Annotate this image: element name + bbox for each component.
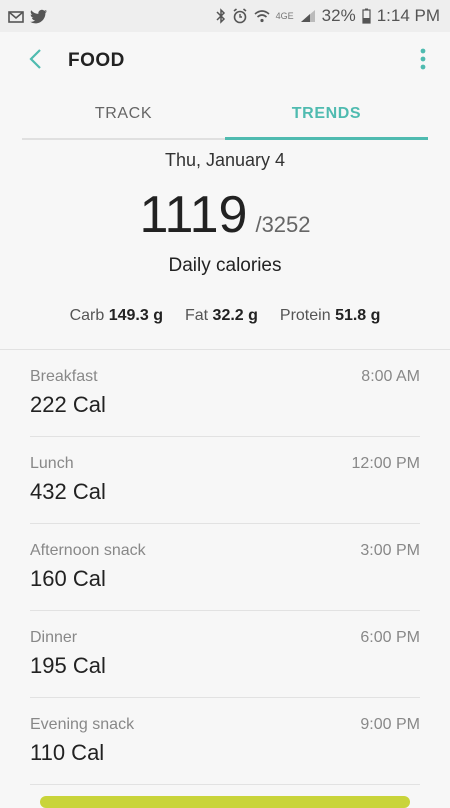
twitter-notification-icon	[30, 9, 48, 24]
tab-bar: TRACK TRENDS	[22, 90, 428, 140]
calorie-readout: 1119 /3252	[0, 185, 450, 245]
meal-name: Dinner	[30, 629, 78, 646]
macro-fat: Fat 32.2 g	[185, 307, 258, 325]
meal-list: Breakfast 8:00 AM 222 Cal Lunch 12:00 PM…	[0, 350, 450, 785]
carb-value: 149.3 g	[108, 307, 163, 324]
summary-date: Thu, January 4	[164, 150, 286, 170]
macro-protein: Protein 51.8 g	[280, 307, 381, 325]
protein-label: Protein	[279, 307, 331, 324]
meal-row-dinner[interactable]: Dinner 6:00 PM 195 Cal	[30, 611, 420, 698]
clock-time: 1:14 PM	[376, 6, 440, 25]
daily-calories-label: Daily calories	[168, 255, 282, 276]
meal-row-afternoon-snack[interactable]: Afternoon snack 3:00 PM 160 Cal	[30, 524, 420, 611]
chevron-left-icon	[28, 48, 42, 75]
meal-name: Afternoon snack	[30, 542, 146, 559]
calories-consumed: 1119	[139, 186, 248, 244]
fat-label: Fat	[184, 307, 209, 324]
daily-summary: Thu, January 4 1119 /3252 Daily calories…	[0, 150, 450, 325]
fat-value: 32.2 g	[212, 307, 258, 324]
tab-trends[interactable]: TRENDS	[225, 90, 428, 140]
meal-calories: 195 Cal	[30, 653, 106, 678]
macro-carb: Carb 149.3 g	[70, 307, 163, 325]
meal-time: 12:00 PM	[351, 455, 420, 472]
more-vertical-icon	[420, 48, 426, 75]
meal-calories: 222 Cal	[30, 392, 106, 417]
meal-name: Lunch	[30, 455, 74, 472]
meal-calories: 160 Cal	[30, 566, 106, 591]
more-options-button[interactable]	[410, 46, 436, 76]
macro-breakdown: Carb 149.3 g Fat 32.2 g Protein 51.8 g	[0, 307, 450, 325]
meal-row-lunch[interactable]: Lunch 12:00 PM 432 Cal	[30, 437, 420, 524]
meal-time: 8:00 AM	[361, 368, 420, 385]
battery-icon	[362, 8, 371, 24]
alarm-icon	[232, 8, 248, 24]
carb-label: Carb	[69, 307, 105, 324]
meal-name: Breakfast	[30, 368, 98, 385]
app-bar: FOOD	[0, 32, 450, 90]
meal-time: 3:00 PM	[360, 542, 420, 559]
meal-calories: 110 Cal	[30, 740, 105, 765]
meal-name: Evening snack	[30, 716, 135, 733]
signal-icon	[300, 9, 316, 23]
meal-time: 6:00 PM	[360, 629, 420, 646]
meal-calories: 432 Cal	[30, 479, 106, 504]
protein-value: 51.8 g	[335, 307, 381, 324]
tab-track[interactable]: TRACK	[22, 90, 225, 140]
back-button[interactable]	[22, 48, 48, 74]
bluetooth-icon	[216, 8, 226, 24]
network-type-label: 4GE	[275, 11, 294, 21]
meal-row-evening-snack[interactable]: Evening snack 9:00 PM 110 Cal	[30, 698, 420, 785]
bottom-action-button[interactable]	[40, 796, 410, 808]
mail-notification-icon	[8, 9, 24, 23]
status-bar: 4GE 32% 1:14 PM	[0, 0, 450, 32]
meal-row-breakfast[interactable]: Breakfast 8:00 AM 222 Cal	[30, 350, 420, 437]
page-title: FOOD	[68, 50, 125, 71]
wifi-icon	[254, 9, 270, 23]
meal-time: 9:00 PM	[360, 716, 420, 733]
calories-goal: /3252	[255, 212, 311, 237]
battery-percentage: 32%	[321, 6, 356, 25]
